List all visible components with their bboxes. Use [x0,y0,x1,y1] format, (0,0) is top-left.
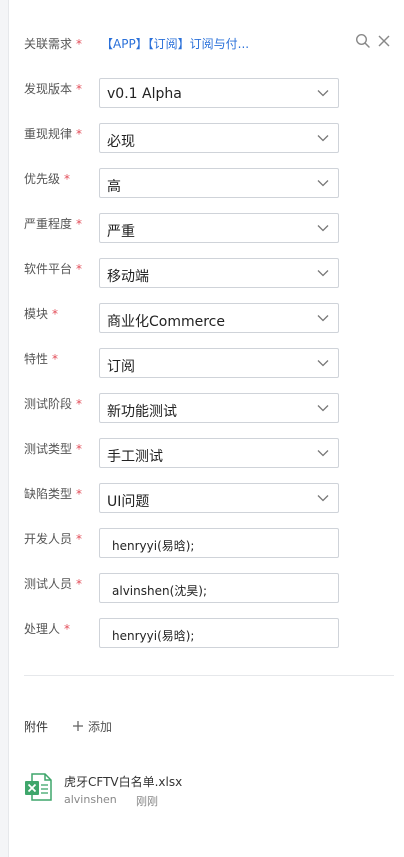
platform-select[interactable]: 移动端 [99,258,339,288]
platform-label: 软件平台 * [24,262,83,276]
excel-file-icon[interactable] [24,772,52,802]
platform-value: 移动端 [107,269,149,285]
chevron-down-icon [317,450,329,457]
severity-select[interactable]: 严重 [99,213,339,243]
test-stage-row: 测试阶段 * 新功能测试 [9,393,404,438]
close-icon[interactable] [377,33,391,49]
module-label: 模块 * [24,307,59,321]
chevron-down-icon [317,405,329,412]
defect-type-value: UI问题 [107,494,150,510]
module-select[interactable]: 商业化Commerce [99,303,339,333]
repro-row: 重现规律 * 必现 [9,123,404,168]
chevron-down-icon [317,180,329,187]
developer-label: 开发人员 * [24,532,83,546]
test-stage-value: 新功能测试 [107,404,177,420]
severity-value: 严重 [107,224,135,240]
module-row: 模块 * 商业化Commerce [9,303,404,348]
chevron-down-icon [317,270,329,277]
tester-label: 测试人员 * [24,577,83,591]
attachment-time: 刚刚 [136,795,158,808]
attachments-label: 附件 [24,720,49,734]
test-type-value: 手工测试 [107,449,163,465]
handler-row: 处理人 * henryyi(易晗); [9,618,404,663]
attachment-uploader: alvinshen [64,793,117,806]
version-select[interactable]: v0.1 Alpha [99,78,339,108]
section-divider [24,675,394,676]
attachment-file-name[interactable]: 虎牙CFTV白名单.xlsx [64,773,182,790]
tester-field[interactable]: alvinshen(沈昊); [99,573,339,603]
add-attachment-button[interactable]: 添加 [72,716,112,736]
panel-left-edge [0,0,9,857]
version-value: v0.1 Alpha [107,86,182,102]
feature-label: 特性 * [24,352,59,366]
test-type-label: 测试类型 * [24,442,83,456]
test-type-row: 测试类型 * 手工测试 [9,438,404,483]
feature-row: 特性 * 订阅 [9,348,404,393]
chevron-down-icon [317,360,329,367]
test-stage-label: 测试阶段 * [24,397,83,411]
priority-value: 高 [107,179,121,195]
handler-value: henryyi(易晗); [112,629,195,643]
related-requirement-label: 关联需求 * [24,37,83,51]
defect-type-row: 缺陷类型 * UI问题 [9,483,404,528]
developer-field[interactable]: henryyi(易晗); [99,528,339,558]
platform-row: 软件平台 * 移动端 [9,258,404,303]
defect-type-select[interactable]: UI问题 [99,483,339,513]
handler-field[interactable]: henryyi(易晗); [99,618,339,648]
tester-value: alvinshen(沈昊); [112,584,207,598]
search-icon[interactable] [355,33,371,49]
repro-select[interactable]: 必现 [99,123,339,153]
developer-value: henryyi(易晗); [112,539,195,553]
priority-select[interactable]: 高 [99,168,339,198]
plus-icon [73,721,83,731]
chevron-down-icon [317,90,329,97]
priority-row: 优先级 * 高 [9,168,404,213]
repro-label: 重现规律 * [24,127,83,141]
chevron-down-icon [317,315,329,322]
chevron-down-icon [317,135,329,142]
chevron-down-icon [317,225,329,232]
priority-label: 优先级 * [24,172,71,186]
tester-row: 测试人员 * alvinshen(沈昊); [9,573,404,618]
test-type-select[interactable]: 手工测试 [99,438,339,468]
repro-value: 必现 [107,134,135,150]
related-requirement-row: 关联需求 * 【APP】【订阅】订阅与付... [9,24,404,60]
version-label: 发现版本 * [24,82,83,96]
chevron-down-icon [317,495,329,502]
related-requirement-link[interactable]: 【APP】【订阅】订阅与付... [101,35,249,52]
add-attachment-label: 添加 [88,719,113,734]
defect-type-label: 缺陷类型 * [24,487,83,501]
severity-row: 严重程度 * 严重 [9,213,404,258]
severity-label: 严重程度 * [24,217,83,231]
feature-select[interactable]: 订阅 [99,348,339,378]
module-value: 商业化Commerce [107,314,225,330]
test-stage-select[interactable]: 新功能测试 [99,393,339,423]
feature-value: 订阅 [107,359,135,375]
version-row: 发现版本 * v0.1 Alpha [9,78,404,123]
handler-label: 处理人 * [24,622,71,636]
developer-row: 开发人员 * henryyi(易晗); [9,528,404,573]
